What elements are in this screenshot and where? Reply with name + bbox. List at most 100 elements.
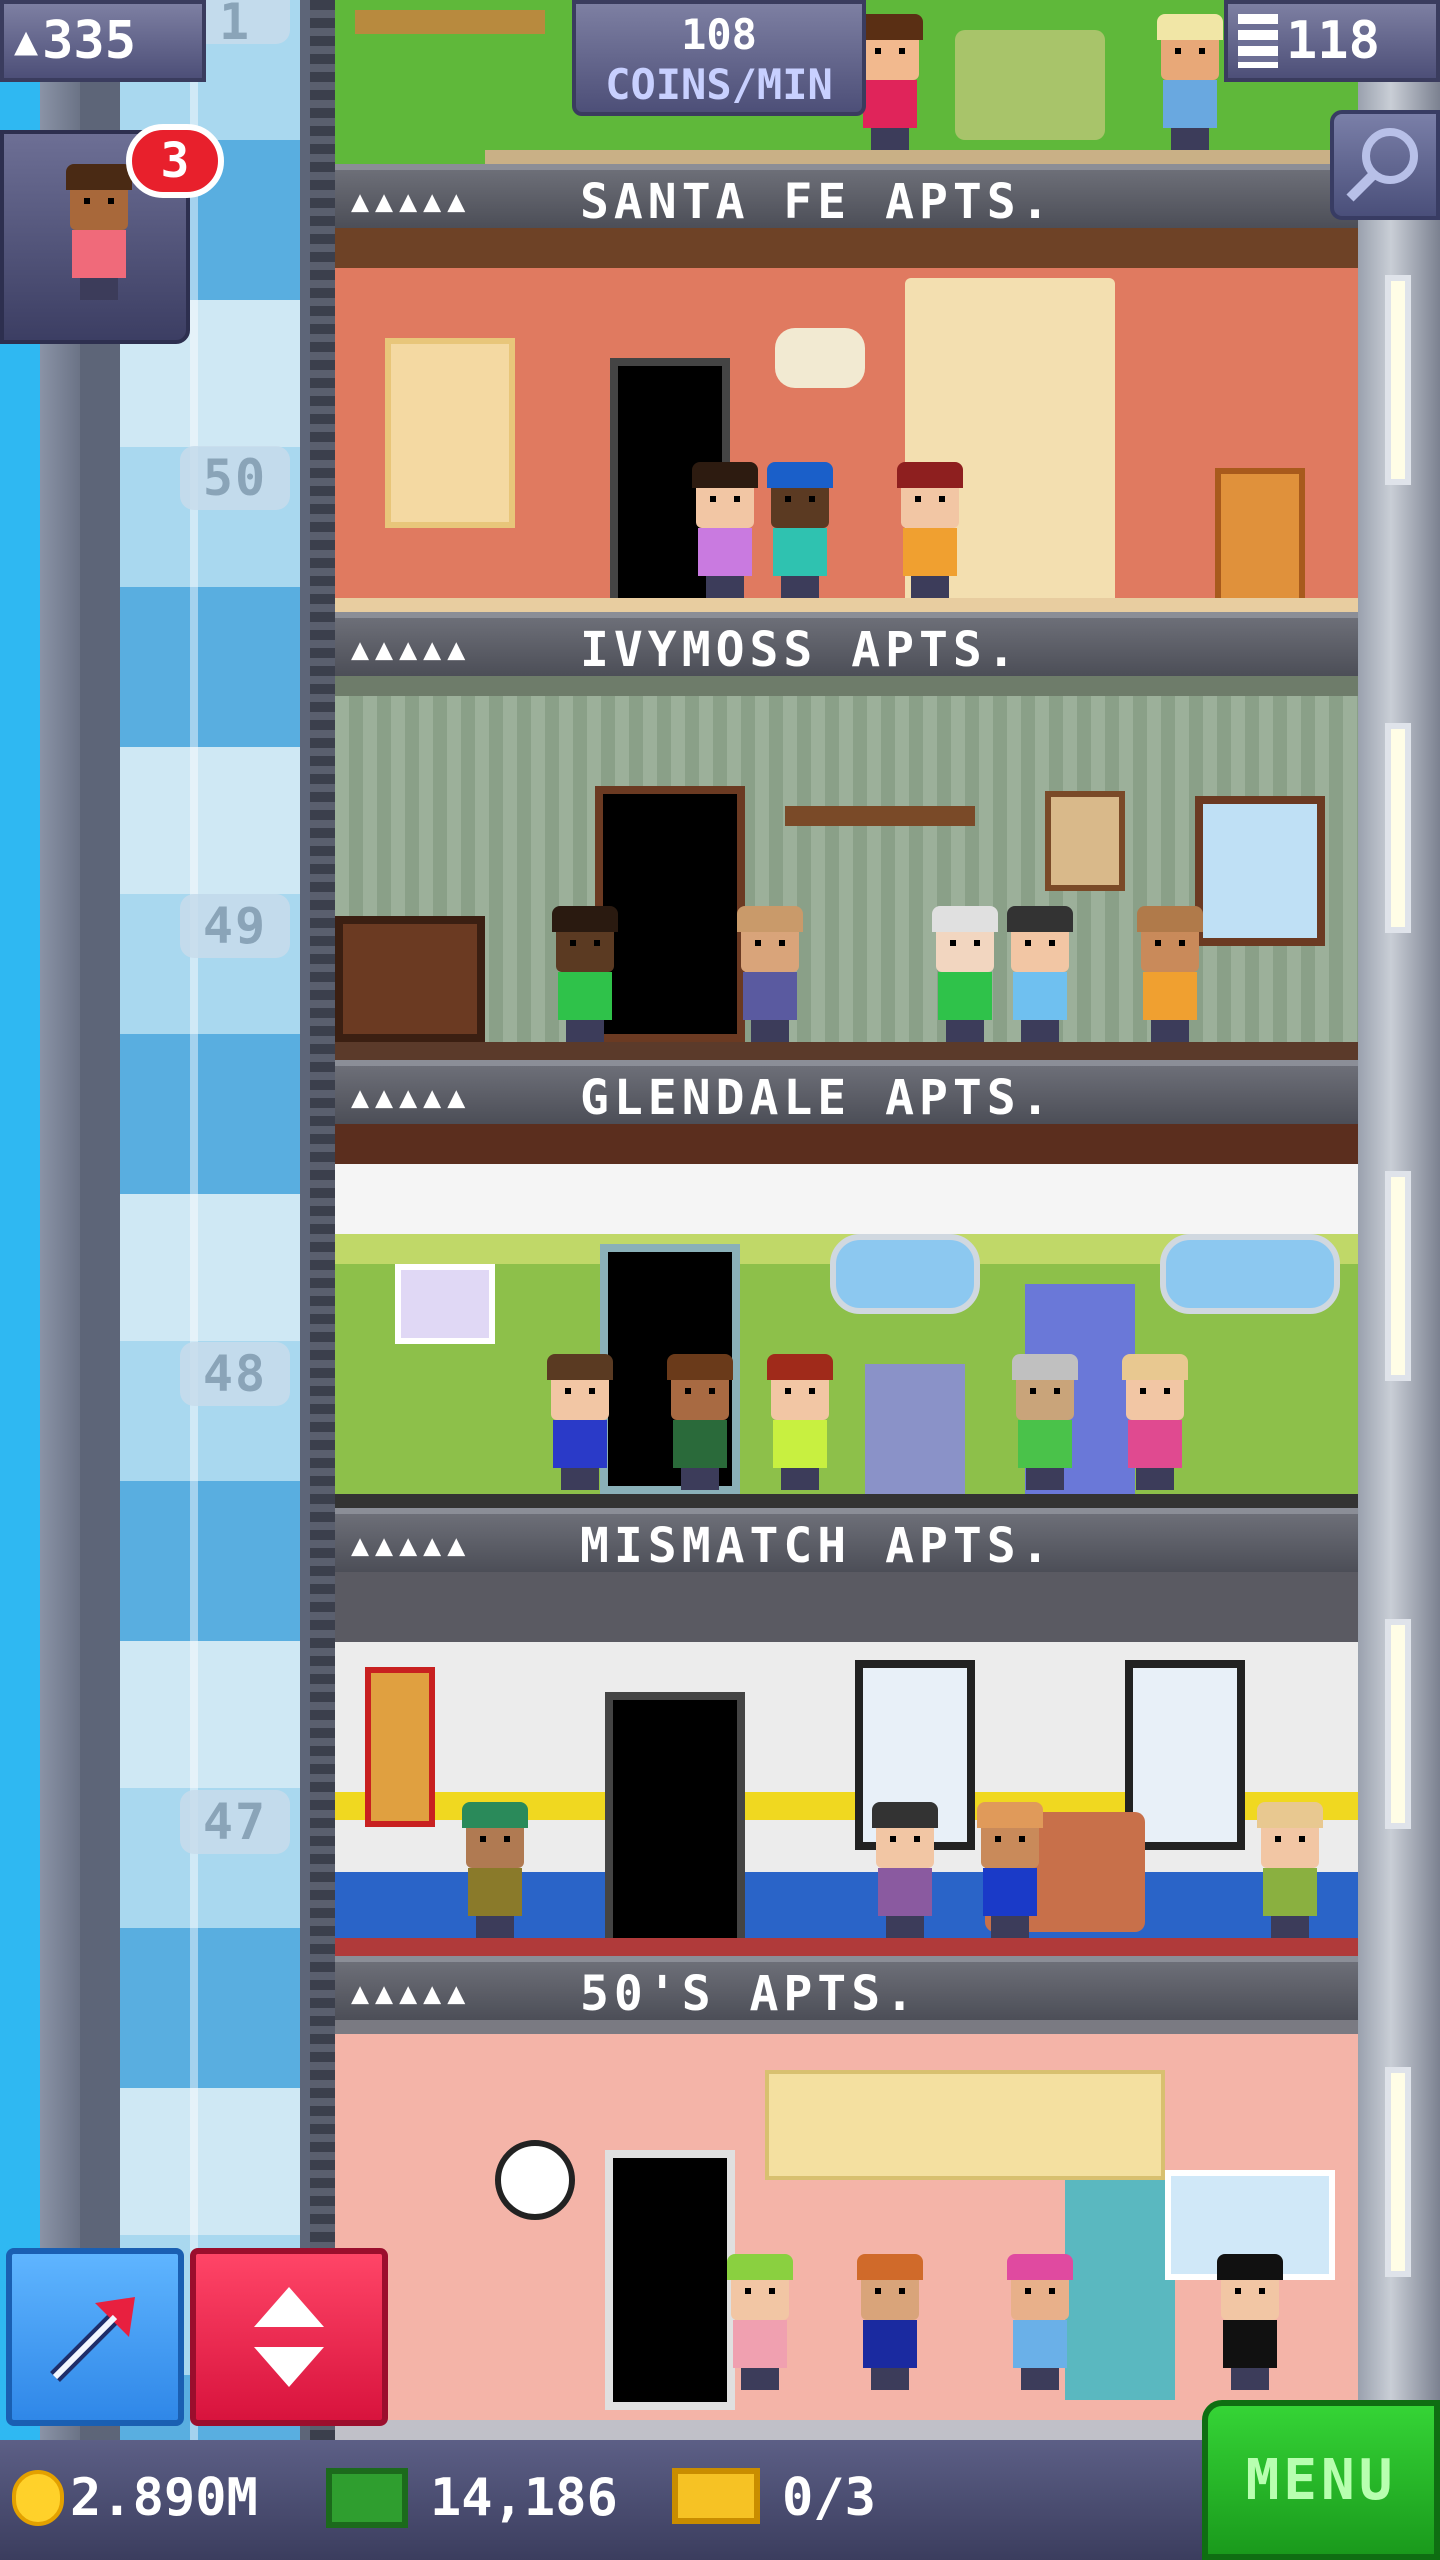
ceiling-beam [335,228,1358,268]
floor-number-label: 47 [180,1790,290,1854]
window-light [1385,1619,1411,1829]
window-light [1385,723,1411,933]
bux-balance: 14,186 [430,2468,618,2528]
floor-count-panel[interactable]: 118 [1224,0,1440,82]
resident[interactable] [1005,2254,1075,2390]
floor-number-label: 48 [180,1342,290,1406]
resident[interactable] [460,1802,530,1938]
window-light [1385,275,1411,485]
population-counter[interactable]: ▲ 335 [0,0,206,82]
resident[interactable] [1155,14,1225,150]
resident[interactable] [895,462,965,598]
armchair [955,30,1105,140]
resident[interactable] [1135,906,1205,1042]
resident[interactable] [665,1354,735,1490]
floor-stars: ▲▲▲▲▲ [351,632,472,667]
ceiling-beam [335,1124,1358,1164]
resident[interactable] [735,906,805,1042]
resident[interactable] [545,1354,615,1490]
ceiling [335,2020,1358,2034]
resident[interactable] [1010,1354,1080,1490]
floor-name: GLENDALE APTS. [580,1070,1055,1126]
resident[interactable] [725,2254,795,2390]
ceiling [335,676,1358,696]
window [1195,796,1325,946]
floor-kitchen[interactable] [335,2020,1358,2440]
wall-rug [385,338,515,528]
build-floor-button[interactable] [6,2248,184,2426]
window-light [1385,2067,1411,2277]
person-icon: ▲ [14,18,39,64]
floor-name: MISMATCH APTS. [580,1518,1055,1574]
resident[interactable] [1120,1354,1190,1490]
skull-decor [775,328,865,388]
floor-stars: ▲▲▲▲▲ [351,1528,472,1563]
arrow-icon [50,2297,135,2382]
coin-balance: 2.890M [70,2468,258,2528]
floor-glendale[interactable]: ▲▲▲▲▲ GLENDALE APTS. [335,676,1358,1126]
bookshelf [785,806,975,826]
magnify-icon [1346,128,1418,202]
floor-nameplate: ▲▲▲▲▲ MISMATCH APTS. [335,1508,1358,1574]
coin-rate-value: 108 [681,10,757,59]
window [830,1234,980,1314]
floor-count-value: 118 [1286,11,1380,71]
floor-stars: ▲▲▲▲▲ [351,1976,472,2011]
room-interior [335,676,1358,1060]
coin-icon [12,2470,64,2526]
resident[interactable] [855,2254,925,2390]
resident[interactable] [1255,1802,1325,1938]
wall-picture [395,1264,495,1344]
building-icon [1238,14,1278,68]
floorboard [335,1042,1358,1060]
room-interior [335,1124,1358,1508]
room-interior [335,2020,1358,2440]
resident[interactable] [1215,2254,1285,2390]
resident[interactable] [930,906,1000,1042]
floorboard [485,150,1355,164]
sky-background [0,0,40,2560]
population-value: 335 [42,11,137,71]
resident[interactable] [975,1802,1045,1938]
up-down-icon [254,2287,324,2387]
coin-rate-panel[interactable]: 108 COINS/MIN [572,0,866,116]
apartment-door[interactable] [605,1692,745,1948]
apartment-door[interactable] [605,2150,735,2410]
elevator-button[interactable] [190,2248,388,2426]
floor-number-label: 50 [180,446,290,510]
menu-button[interactable]: MENU [1202,2400,1440,2560]
floor-stars: ▲▲▲▲▲ [351,184,472,219]
chair [1215,468,1305,612]
floor-ivymoss[interactable]: ▲▲▲▲▲ IVYMOSS APTS. [335,228,1358,678]
resident[interactable] [765,462,835,598]
floor-nameplate: ▲▲▲▲▲ SANTA FE APTS. [335,164,1358,230]
wall-poster [365,1667,435,1827]
visitor-avatar [64,164,134,300]
window-light [1385,1171,1411,1381]
shelf [355,10,545,34]
coin-rate-unit: COINS/MIN [605,60,833,109]
floor-nameplate: ▲▲▲▲▲ IVYMOSS APTS. [335,612,1358,678]
shaft-rail [40,0,80,2440]
floor-name: SANTA FE APTS. [580,174,1055,230]
floor-stars: ▲▲▲▲▲ [351,1080,472,1115]
room-interior [335,228,1358,612]
wall-clock [495,2140,575,2220]
find-button[interactable] [1330,110,1440,220]
floor-mismatch[interactable]: ▲▲▲▲▲ MISMATCH APTS. [335,1124,1358,1574]
window [1160,1234,1340,1314]
elevator-glass [120,0,300,2440]
ticket-balance: 0/3 [782,2468,876,2528]
stove [865,1364,965,1494]
resident[interactable] [1005,906,1075,1042]
wall-picture [1045,791,1125,891]
floor-nameplate: ▲▲▲▲▲ 50'S APTS. [335,1956,1358,2022]
floor-50s[interactable]: ▲▲▲▲▲ 50'S APTS. [335,1572,1358,2022]
resident[interactable] [550,906,620,1042]
floor-name: 50'S APTS. [580,1966,919,2022]
resident[interactable] [870,1802,940,1938]
floorboard [335,1494,1358,1508]
resident[interactable] [690,462,760,598]
resident[interactable] [765,1354,835,1490]
elevator-shaft[interactable]: 1 50 49 48 47 [40,0,350,2440]
